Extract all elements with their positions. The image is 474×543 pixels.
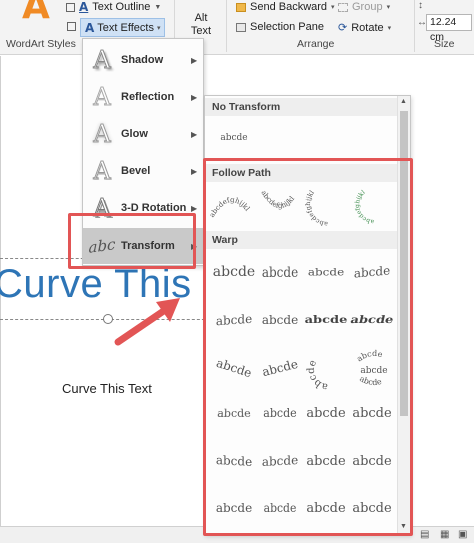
ribbon: A A Text Outline ▼ A Text Effects ▾ Word… [0,0,474,55]
transform-highlight-box [68,213,196,269]
checkbox-icon [66,2,75,12]
rotate-icon: ⟳ [338,22,348,34]
height-icon: ↕ [418,0,423,11]
menu-item-label: Shadow [121,54,164,66]
rotate-label: Rotate [351,21,384,34]
send-backward-button[interactable]: Send Backward ▾ [236,1,335,13]
rotate-button[interactable]: ⟳ Rotate ▾ [338,21,392,35]
send-backward-label: Send Backward [250,1,328,13]
menu-item-label: Bevel [121,165,151,177]
text-outline-icon: A [79,0,89,14]
selection-pane-icon [236,22,246,32]
alt-text-line1: Alt [194,12,208,24]
size-group-label: Size [434,38,455,50]
text-outline-label: Text Outline [92,1,151,13]
read-mode-icon[interactable]: ▦ [440,529,449,540]
arrange-group-label: Arrange [297,38,335,50]
bevel-a-icon: A [93,157,111,186]
no-transform-header: No Transform [205,98,398,116]
send-backward-icon [236,2,246,12]
menu-item-bevel[interactable]: A Bevel ▶ [83,153,203,189]
selection-pane-button[interactable]: Selection Pane [236,21,324,33]
text-effects-button[interactable]: A Text Effects ▾ [80,18,166,37]
menu-item-reflection[interactable]: A Reflection ▶ [83,79,203,115]
chevron-down-icon: ▼ [154,3,162,11]
chevron-down-icon: ▾ [331,4,335,11]
chevron-right-icon: ▶ [191,166,198,176]
chevron-down-icon: ▾ [156,24,161,32]
scroll-up-icon[interactable]: ▲ [400,98,407,105]
alt-text-line2: Text [190,25,212,37]
chevron-right-icon: ▶ [191,55,198,65]
plain-text[interactable]: Curve This Text [62,381,152,396]
width-field[interactable]: 12.24 cm [426,14,472,43]
alt-text-button[interactable]: Alt Text [190,12,212,38]
print-layout-icon[interactable]: ▤ [420,529,429,540]
no-transform-option[interactable]: abcde [211,124,257,152]
menu-item-shadow[interactable]: A Shadow ▶ [83,42,203,78]
shadow-a-icon: A [93,46,111,75]
menu-item-label: Reflection [121,91,175,103]
text-outline-button[interactable]: A Text Outline ▼ [66,0,161,14]
menu-item-label: Glow [121,128,148,140]
gallery-highlight-box [203,158,413,536]
wordart-styles-group-label: WordArt Styles [6,38,76,50]
ribbon-divider [414,0,415,52]
reflection-a-icon: A [93,83,111,112]
checkbox-icon[interactable] [67,22,76,31]
chevron-down-icon: ▾ [386,4,391,11]
glow-a-icon: A [93,120,111,149]
group-label: Group [352,1,383,13]
text-effects-icon: A [85,20,95,35]
text-effects-label: Text Effects [97,21,154,34]
red-arrow-icon [114,298,180,346]
ribbon-divider [226,0,227,52]
wordart-style-a-icon[interactable]: A [22,0,50,27]
chevron-right-icon: ▶ [191,203,198,213]
selection-pane-label: Selection Pane [250,21,324,33]
chevron-down-icon: ▾ [387,24,392,32]
web-layout-icon[interactable]: ▣ [458,529,467,540]
group-button[interactable]: Group ▾ [338,1,390,13]
chevron-right-icon: ▶ [191,129,198,139]
group-icon [338,2,348,12]
menu-item-glow[interactable]: A Glow ▶ [83,116,203,152]
chevron-right-icon: ▶ [191,92,198,102]
